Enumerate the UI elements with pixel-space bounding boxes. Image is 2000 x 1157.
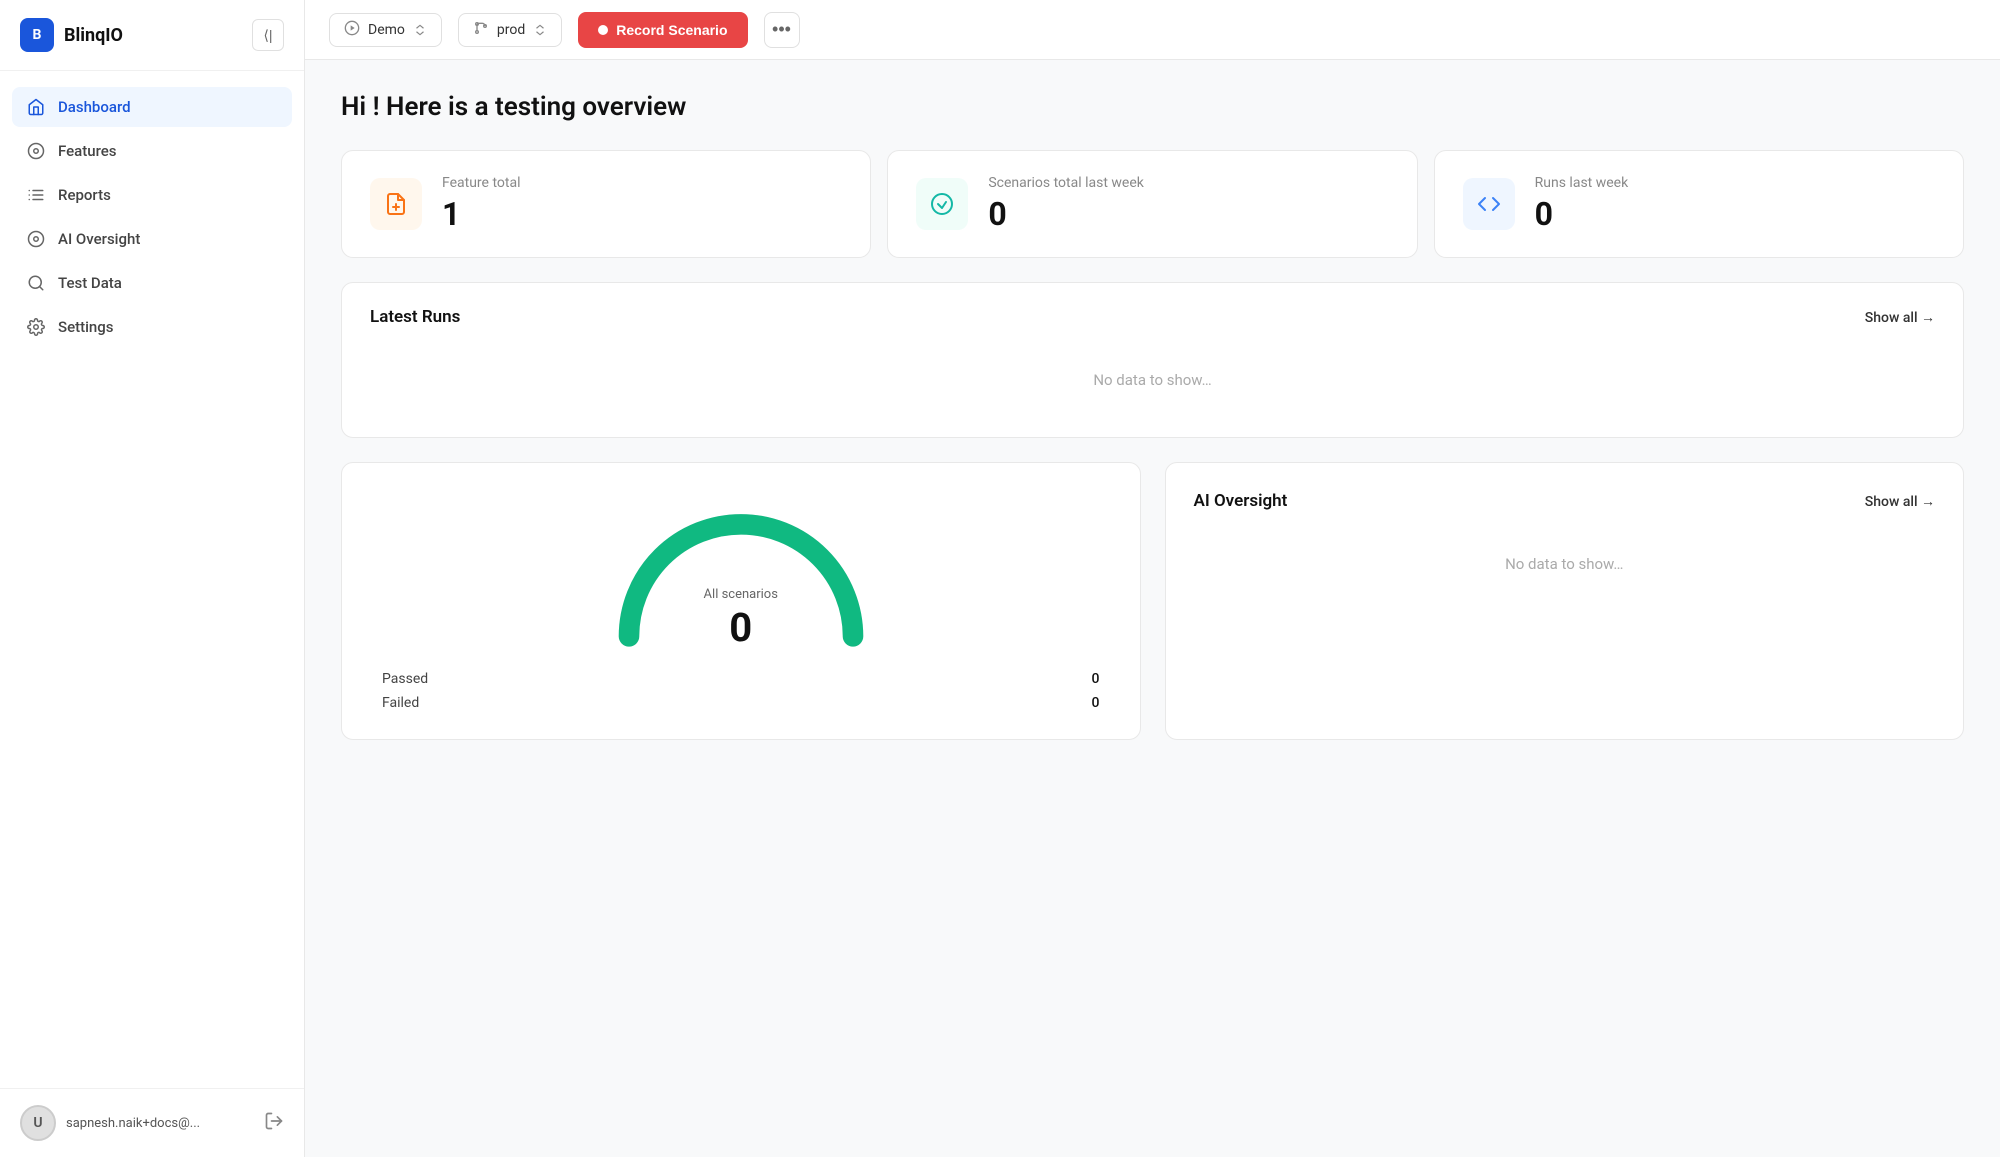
gauge-label: All scenarios [704,587,778,602]
branch-icon [473,20,489,40]
stat-card-runs-last-week: Runs last week 0 [1434,150,1964,258]
feature-total-label: Feature total [442,175,520,191]
prod-label: prod [497,22,525,38]
topbar: Demo prod Record Scenario ••• [305,0,2000,60]
sidebar-item-label: Dashboard [58,98,131,116]
sidebar-item-reports[interactable]: Reports [12,175,292,215]
sidebar-item-settings[interactable]: Settings [12,307,292,347]
sidebar-header: B BlinqIO ⟨| [0,0,304,71]
latest-runs-title: Latest Runs [370,307,460,327]
sidebar-item-label: Test Data [58,274,122,292]
gauge-chart: All scenarios 0 [601,491,881,651]
dashboard-content: Hi ! Here is a testing overview Feature … [305,60,2000,1157]
sidebar-item-label: Features [58,142,116,160]
record-scenario-button[interactable]: Record Scenario [578,12,747,48]
prod-selector[interactable]: prod [458,13,562,47]
scenarios-total-icon-wrap [916,178,968,230]
stats-grid: Feature total 1 Scenarios total last wee… [341,150,1964,258]
ai-oversight-show-all[interactable]: Show all → [1865,493,1935,510]
scenarios-total-value: 0 [988,195,1144,233]
sidebar-item-features[interactable]: Features [12,131,292,171]
feature-total-info: Feature total 1 [442,175,520,233]
ai-oversight-card: AI Oversight Show all → No data to show… [1165,462,1965,740]
settings-icon [26,317,46,337]
runs-last-week-icon-wrap [1463,178,1515,230]
latest-runs-show-all[interactable]: Show all → [1865,309,1935,326]
feature-total-value: 1 [442,195,520,233]
reports-icon [26,185,46,205]
logo-box: B [20,18,54,52]
sidebar-nav: Dashboard Features Reports AI Oversight … [0,71,304,1088]
failed-row: Failed 0 [382,695,1100,711]
scenario-icon [930,192,954,216]
ai-oversight-icon [26,229,46,249]
failed-value: 0 [1092,695,1100,711]
runs-last-week-info: Runs last week 0 [1535,175,1629,233]
house-icon [26,97,46,117]
sidebar-item-ai-oversight[interactable]: AI Oversight [12,219,292,259]
ai-oversight-header: AI Oversight Show all → [1194,491,1936,511]
latest-runs-header: Latest Runs Show all → [370,307,1935,327]
avatar: U [20,1105,56,1141]
test-data-icon [26,273,46,293]
more-icon: ••• [772,19,791,40]
bottom-grid: All scenarios 0 Passed 0 Failed 0 [341,462,1964,740]
scenarios-total-label: Scenarios total last week [988,175,1144,191]
scenarios-chart-card: All scenarios 0 Passed 0 Failed 0 [341,462,1141,740]
gauge-center: All scenarios 0 [704,587,778,651]
latest-runs-section: Latest Runs Show all → No data to show… [341,282,1964,438]
runs-last-week-value: 0 [1535,195,1629,233]
demo-icon [344,20,360,40]
record-dot [598,25,608,35]
failed-label: Failed [382,695,419,711]
feature-total-icon-wrap [370,178,422,230]
record-label: Record Scenario [616,22,727,38]
sidebar-item-label: Settings [58,318,114,336]
page-title: Hi ! Here is a testing overview [341,92,1964,122]
runs-last-week-label: Runs last week [1535,175,1629,191]
sidebar-item-test-data[interactable]: Test Data [12,263,292,303]
chevron-updown-icon [413,23,427,37]
ai-oversight-empty: No data to show… [1194,531,1936,597]
user-email: sapnesh.naik+docs@... [66,1116,200,1131]
passed-value: 0 [1092,671,1100,687]
scenarios-total-info: Scenarios total last week 0 [988,175,1144,233]
stat-card-feature-total: Feature total 1 [341,150,871,258]
sidebar-item-label: Reports [58,186,111,204]
main-content: Demo prod Record Scenario ••• Hi ! Here … [305,0,2000,1157]
latest-runs-empty: No data to show… [370,347,1935,413]
file-plus-icon [384,192,408,216]
logo-area: B BlinqIO [20,18,123,52]
user-info: U sapnesh.naik+docs@... [20,1105,200,1141]
logout-button[interactable] [264,1111,284,1136]
features-icon [26,141,46,161]
chart-stats: Passed 0 Failed 0 [370,671,1112,711]
more-options-button[interactable]: ••• [764,12,800,48]
demo-selector[interactable]: Demo [329,13,442,47]
stat-card-scenarios-total: Scenarios total last week 0 [887,150,1417,258]
sidebar-footer: U sapnesh.naik+docs@... [0,1088,304,1157]
collapse-icon: ⟨| [263,27,272,44]
passed-row: Passed 0 [382,671,1100,687]
logo-letter: B [33,27,42,43]
sidebar-item-label: AI Oversight [58,230,140,248]
chevron-updown-icon2 [533,23,547,37]
sidebar-item-dashboard[interactable]: Dashboard [12,87,292,127]
ai-oversight-title: AI Oversight [1194,491,1288,511]
app-name: BlinqIO [64,25,123,46]
passed-label: Passed [382,671,428,687]
code-icon [1477,192,1501,216]
demo-label: Demo [368,22,405,38]
gauge-value: 0 [729,604,752,651]
sidebar: B BlinqIO ⟨| Dashboard Features Reports [0,0,305,1157]
collapse-sidebar-button[interactable]: ⟨| [252,19,284,51]
